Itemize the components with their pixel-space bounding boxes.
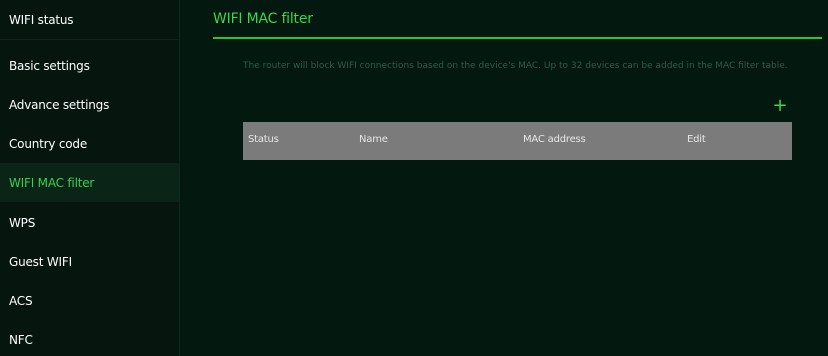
sidebar-item-wifi-mac-filter[interactable]: WIFI MAC filter xyxy=(0,163,179,202)
sidebar-item-label: Country code xyxy=(9,136,88,151)
page-title: WIFI MAC filter xyxy=(213,11,313,27)
sidebar-item-label: WIFI status xyxy=(9,12,74,27)
plus-icon: + xyxy=(772,95,788,116)
sidebar-item-label: WPS xyxy=(9,215,36,230)
sidebar-item-label: WIFI MAC filter xyxy=(9,175,95,190)
sidebar-item-nfc[interactable]: NFC xyxy=(0,320,179,356)
sidebar: WIFI status Basic settings Advance setti… xyxy=(0,0,180,356)
sidebar-item-label: NFC xyxy=(9,332,33,347)
add-device-button[interactable]: + xyxy=(771,97,789,115)
sidebar-item-wps[interactable]: WPS xyxy=(0,203,179,242)
column-header-edit: Edit xyxy=(687,134,706,145)
sidebar-item-country-code[interactable]: Country code xyxy=(0,124,179,163)
sidebar-item-advance-settings[interactable]: Advance settings xyxy=(0,85,179,124)
sidebar-item-wifi-status[interactable]: WIFI status xyxy=(0,0,179,39)
sidebar-divider xyxy=(0,39,179,40)
sidebar-item-label: ACS xyxy=(9,293,33,308)
sidebar-item-basic-settings[interactable]: Basic settings xyxy=(0,46,179,85)
column-header-status: Status xyxy=(248,134,279,145)
main-content: WIFI MAC filter The router will block WI… xyxy=(180,0,828,356)
router-admin-app: WIFI status Basic settings Advance setti… xyxy=(0,0,828,356)
column-header-name: Name xyxy=(359,134,388,145)
title-underline xyxy=(213,37,822,39)
mac-filter-description: The router will block WIFI connections b… xyxy=(243,61,788,71)
sidebar-item-guest-wifi[interactable]: Guest WIFI xyxy=(0,242,179,281)
mac-filter-table-header: Status Name MAC address Edit xyxy=(243,122,792,160)
sidebar-item-label: Advance settings xyxy=(9,97,110,112)
sidebar-item-label: Guest WIFI xyxy=(9,254,72,269)
column-header-mac-address: MAC address xyxy=(523,134,586,145)
sidebar-item-label: Basic settings xyxy=(9,58,90,73)
sidebar-item-acs[interactable]: ACS xyxy=(0,281,179,320)
